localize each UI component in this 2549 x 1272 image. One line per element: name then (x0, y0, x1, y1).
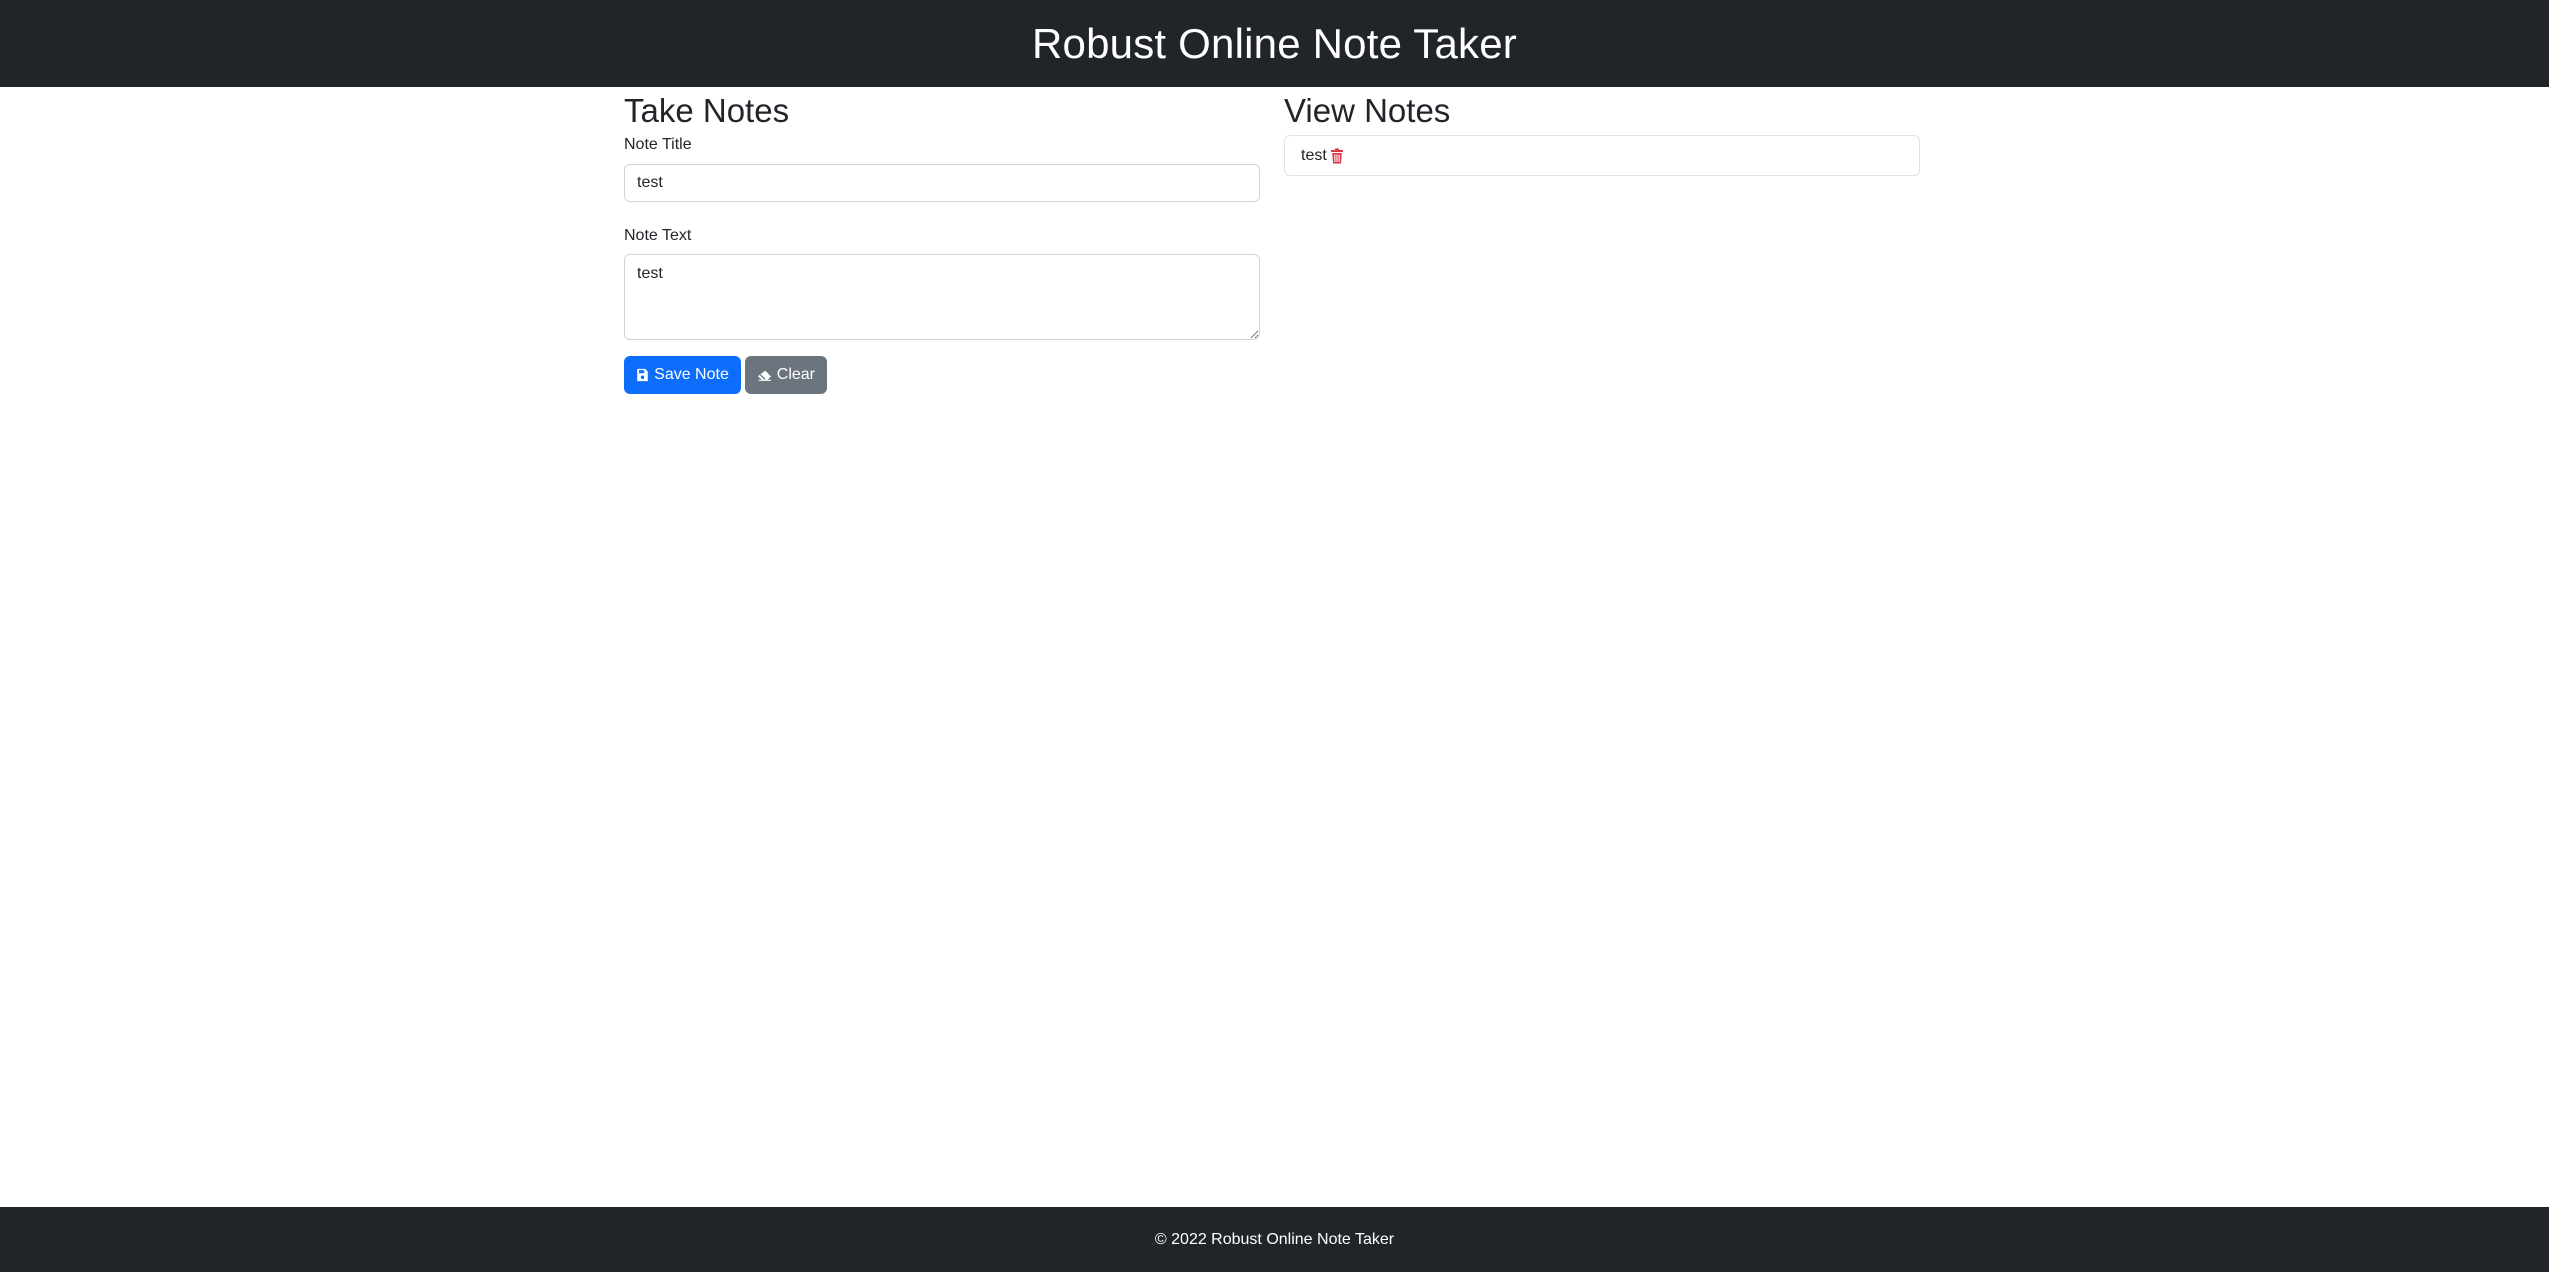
eraser-icon (757, 370, 771, 381)
copyright-text: © 2022 Robust Online Note Taker (1154, 1230, 1395, 1248)
app-title: Robust Online Note Taker (1032, 19, 1517, 67)
footer: © 2022 Robust Online Note Taker (0, 1207, 2549, 1272)
view-notes-heading: View Notes (1284, 92, 1451, 129)
note-title-input[interactable] (624, 164, 1260, 202)
clear-button[interactable]: Clear (745, 356, 827, 394)
note-title-label: Note Title (624, 136, 692, 153)
note-text-label: Note Text (624, 227, 692, 244)
take-notes-section: Take Notes Note Title Note Text test Sav… (624, 87, 1260, 394)
note-text-input[interactable]: test (624, 254, 1260, 340)
trash-icon[interactable] (1330, 148, 1344, 164)
save-note-label: Save Note (654, 366, 729, 383)
notes-list: test (1284, 135, 1920, 176)
note-actions: Save Note Clear (624, 356, 1260, 394)
page: Robust Online Note Taker Take Notes Note… (0, 0, 2549, 1272)
clear-label: Clear (776, 366, 815, 383)
save-note-button[interactable]: Save Note (624, 356, 741, 394)
view-notes-section: View Notes test (1284, 87, 1920, 176)
floppy-disk-icon (637, 368, 648, 382)
note-item-title[interactable]: test (1301, 147, 1327, 165)
navbar: Robust Online Note Taker (0, 0, 2549, 87)
list-item[interactable]: test (1301, 147, 1344, 165)
take-notes-heading: Take Notes (624, 92, 790, 129)
